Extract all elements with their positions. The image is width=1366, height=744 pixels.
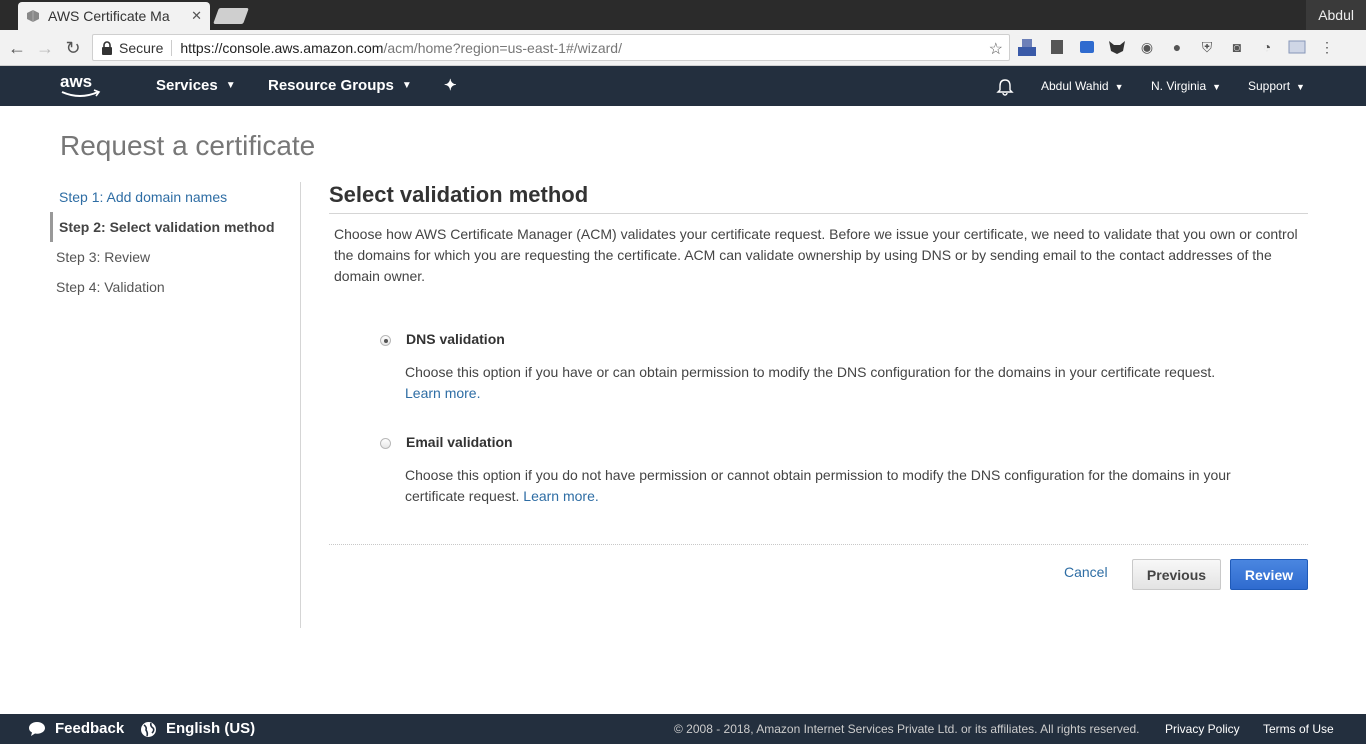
url-text: https://console.aws.amazon.com/acm/home?… xyxy=(180,40,622,56)
step-1-link[interactable]: Step 1: Add domain names xyxy=(50,182,300,212)
extension-camera-icon[interactable]: ◙ xyxy=(1226,36,1248,58)
console-footer: Feedback English (US) © 2008 - 2018, Ama… xyxy=(0,714,1366,744)
support-menu[interactable]: Support ▼ xyxy=(1248,66,1305,106)
language-selector[interactable]: English (US) xyxy=(140,714,255,744)
user-name: Abdul Wahid xyxy=(1041,79,1109,93)
chevron-down-icon: ▼ xyxy=(1212,82,1222,92)
profile-name[interactable]: Abdul xyxy=(1306,0,1366,30)
section-title: Select validation method xyxy=(329,182,589,207)
aws-nav-bar: aws Services ▼ Resource Groups ▼ ✦ Abdul W… xyxy=(0,66,1366,106)
svg-text:aws: aws xyxy=(60,72,92,91)
chevron-down-icon: ▼ xyxy=(1114,82,1124,92)
email-validation-label[interactable]: Email validation xyxy=(406,434,513,450)
dns-validation-label[interactable]: DNS validation xyxy=(406,331,505,347)
steps-divider xyxy=(300,182,301,628)
step-3: Step 3: Review xyxy=(56,249,151,265)
step-2-current: Step 2: Select validation method xyxy=(50,212,300,242)
page-title: Request a certificate xyxy=(60,130,316,161)
chevron-down-icon: ▼ xyxy=(1296,82,1305,92)
extension-github-icon[interactable]: ● xyxy=(1166,36,1188,58)
extension-shield-icon[interactable]: ⛨ xyxy=(1196,36,1218,58)
extension-icons: ◉ ● ⛨ ◙ ◔ ⋮ xyxy=(1016,36,1338,58)
review-button[interactable]: Review xyxy=(1230,559,1308,590)
extension-book-icon[interactable] xyxy=(1046,36,1068,58)
copyright-text: © 2008 - 2018, Amazon Internet Services … xyxy=(674,722,1140,736)
url-base: https://console.aws.amazon.com xyxy=(180,39,384,56)
forward-arrow-icon[interactable]: → xyxy=(34,37,56,59)
speech-bubble-icon xyxy=(29,722,45,736)
extension-speed-icon[interactable]: ◔ xyxy=(1256,36,1278,58)
user-menu[interactable]: Abdul Wahid ▼ xyxy=(1041,66,1124,106)
actions-divider xyxy=(329,544,1308,545)
feedback-button[interactable]: Feedback xyxy=(28,714,124,744)
resource-groups-menu[interactable]: Resource Groups ▼ xyxy=(268,66,412,106)
intro-text: Choose how AWS Certificate Manager (ACM)… xyxy=(334,226,1298,284)
resource-groups-label: Resource Groups xyxy=(268,77,394,94)
tab-title: AWS Certificate Ma xyxy=(48,8,170,24)
chevron-down-icon: ▼ xyxy=(225,80,236,92)
browser-tab[interactable]: AWS Certificate Ma ✕ xyxy=(18,2,210,30)
aws-logo-icon[interactable]: aws xyxy=(58,70,104,102)
aws-favicon-icon xyxy=(27,10,39,22)
previous-button[interactable]: Previous xyxy=(1132,559,1221,590)
language-label: English (US) xyxy=(166,720,256,737)
close-tab-icon[interactable]: ✕ xyxy=(191,8,202,24)
step-4: Step 4: Validation xyxy=(56,279,165,295)
section-divider xyxy=(329,213,1308,214)
back-arrow-icon[interactable]: ← xyxy=(6,37,28,59)
browser-menu-icon[interactable]: ⋮ xyxy=(1316,36,1338,58)
extension-flag-icon[interactable] xyxy=(1286,36,1308,58)
dns-validation-radio[interactable] xyxy=(380,335,391,346)
privacy-policy-link[interactable]: Privacy Policy xyxy=(1165,714,1240,744)
feedback-label: Feedback xyxy=(55,720,125,737)
email-validation-radio[interactable] xyxy=(380,438,391,449)
email-learn-more-link[interactable]: Learn more. xyxy=(523,488,598,504)
support-label: Support xyxy=(1248,79,1291,93)
lock-icon xyxy=(102,40,112,55)
extension-fox-icon[interactable] xyxy=(1106,36,1128,58)
email-validation-description: Choose this option if you do not have pe… xyxy=(405,465,1255,507)
dns-validation-description: Choose this option if you have or can ob… xyxy=(405,362,1255,404)
terms-of-use-link[interactable]: Terms of Use xyxy=(1263,714,1334,744)
browser-tab-bar: AWS Certificate Ma ✕ Abdul xyxy=(0,0,1366,30)
secure-label: Secure xyxy=(119,39,173,56)
url-path: /acm/home?region=us-east-1#/wizard/ xyxy=(383,39,622,56)
extension-ease-icon[interactable] xyxy=(1016,36,1038,58)
cancel-link[interactable]: Cancel xyxy=(1064,564,1108,580)
new-tab-button[interactable] xyxy=(213,8,249,24)
extension-blue-square-icon[interactable] xyxy=(1076,36,1098,58)
services-label: Services xyxy=(156,77,218,94)
globe-icon xyxy=(141,721,156,737)
pin-icon[interactable]: ✦ xyxy=(444,66,457,106)
dns-learn-more-link[interactable]: Learn more. xyxy=(405,385,480,401)
browser-toolbar: ← → ↻ Secure https://console.aws.amazon.… xyxy=(0,30,1366,66)
services-menu[interactable]: Services ▼ xyxy=(156,66,236,106)
chevron-down-icon: ▼ xyxy=(401,80,412,92)
dns-description-text: Choose this option if you have or can ob… xyxy=(405,364,1216,380)
bell-icon[interactable] xyxy=(996,66,1014,106)
extension-circle-icon[interactable]: ◉ xyxy=(1136,36,1158,58)
bookmark-star-icon[interactable]: ☆ xyxy=(989,39,1003,59)
wizard-steps: Step 1: Add domain names Step 2: Select … xyxy=(50,182,300,302)
reload-icon[interactable]: ↻ xyxy=(62,37,84,59)
address-bar[interactable]: Secure https://console.aws.amazon.com/ac… xyxy=(92,34,1010,61)
region-name: N. Virginia xyxy=(1151,79,1207,93)
region-menu[interactable]: N. Virginia ▼ xyxy=(1151,66,1221,106)
